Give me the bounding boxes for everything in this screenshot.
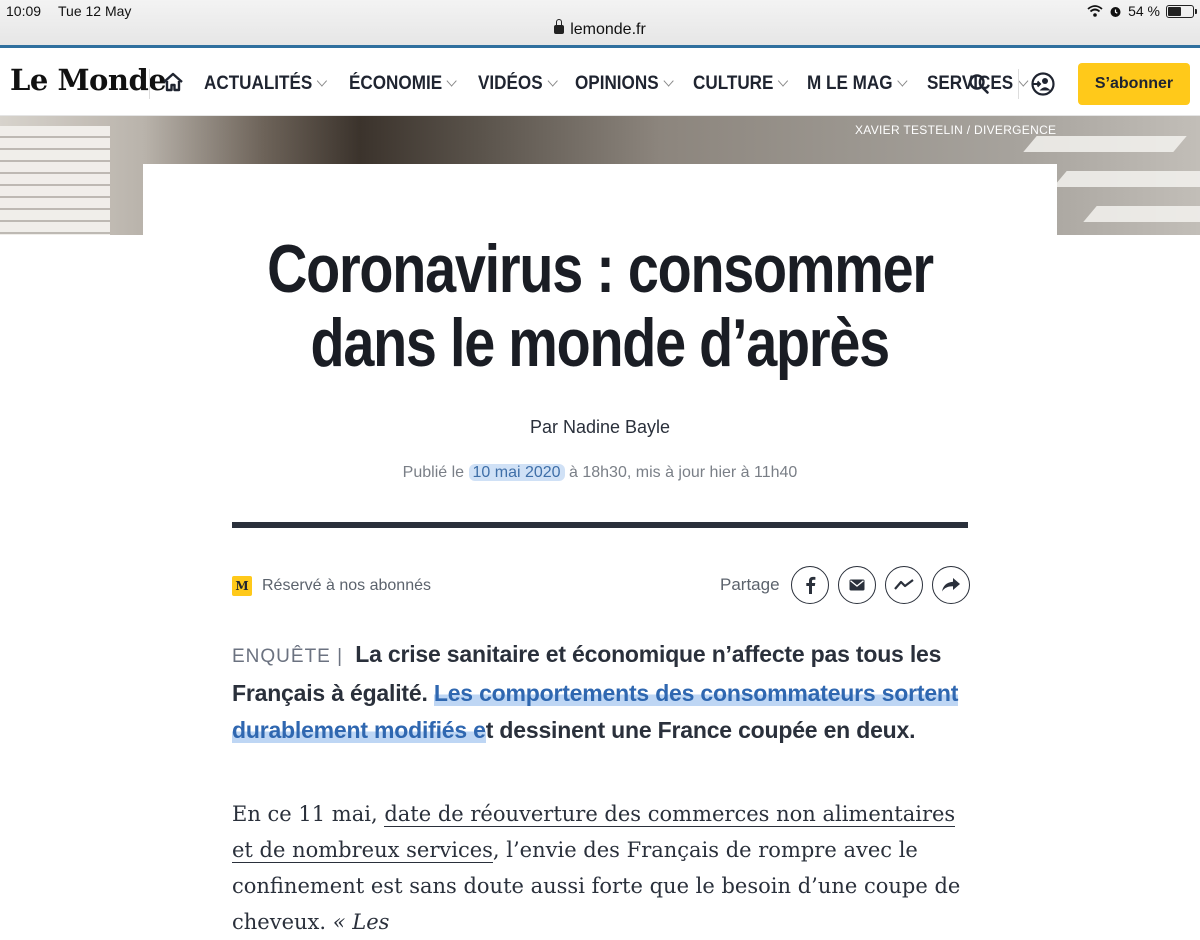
search-icon[interactable] (968, 73, 990, 95)
menu-item-label: ACTUALITÉS (204, 72, 313, 94)
menu-item-videos[interactable]: VIDÉOS (477, 72, 558, 95)
status-indicators: 54 % (1087, 3, 1197, 19)
title-line: Coronavirus : consommer (267, 231, 934, 307)
menu-item-label: M LE MAG (806, 72, 893, 94)
chevron-down-icon (1017, 75, 1029, 87)
header-rule (232, 522, 968, 528)
share-bar: Partage (720, 566, 970, 604)
email-icon (849, 579, 865, 591)
menu-item-economie[interactable]: ÉCONOMIE (349, 72, 458, 95)
menu-item-label: ÉCONOMIE (349, 72, 443, 94)
chevron-down-icon (447, 75, 458, 87)
menu-item-label: VIDÉOS (477, 72, 543, 94)
photo-detail-shutter (0, 126, 110, 235)
article-title: Coronavirus : consommer dans le monde d’… (143, 232, 1057, 380)
menu-item-opinions[interactable]: OPINIONS (574, 72, 674, 95)
photo-detail-crosswalk (1053, 171, 1200, 187)
menu-item-m-le-mag[interactable]: M LE MAG (806, 72, 908, 95)
subscribe-button[interactable]: S’abonner (1078, 63, 1190, 105)
share-more-button[interactable] (931, 566, 970, 604)
date-prefix: Publié le (402, 464, 465, 481)
share-facebook-button[interactable] (790, 566, 829, 604)
chevron-down-icon (317, 75, 328, 87)
subscriber-only-label: M Réservé à nos abonnés (232, 576, 431, 596)
chevron-down-icon (777, 75, 788, 87)
browser-status-bar: 10:09 Tue 12 May 54 % lemonde.fr (0, 0, 1200, 48)
menu-item-label: OPINIONS (574, 72, 659, 94)
byline[interactable]: Par Nadine Bayle (0, 417, 1200, 438)
messenger-icon (893, 579, 914, 590)
site-logo[interactable]: Le Monde (10, 63, 167, 97)
article-body-paragraph: En ce 11 mai, date de réouverture des co… (232, 796, 962, 940)
share-arrow-icon (941, 578, 960, 592)
subscriber-only-text: Réservé à nos abonnés (262, 577, 431, 594)
body-text: En ce 11 mai, (232, 802, 378, 826)
nav-divider (1018, 69, 1019, 99)
url-text: lemonde.fr (570, 21, 646, 38)
battery-percent: 54 % (1128, 3, 1160, 19)
body-quote-start: « Les (332, 910, 390, 934)
date-highlight: 10 mai 2020 (468, 464, 565, 481)
photo-detail-crosswalk (1023, 136, 1187, 152)
photo-credit: XAVIER TESTELIN / DIVERGENCE (855, 123, 1057, 137)
share-label: Partage (720, 575, 780, 594)
alarm-icon (1110, 6, 1121, 17)
account-login-icon[interactable] (1030, 71, 1056, 97)
share-messenger-button[interactable] (884, 566, 923, 604)
status-date: Tue 12 May (58, 3, 132, 19)
article-lede: ENQUÊTE | La crise sanitaire et économiq… (232, 636, 972, 749)
menu-item-actualites[interactable]: ACTUALITÉS (204, 72, 328, 95)
menu-item-culture[interactable]: CULTURE (692, 72, 788, 95)
title-line: dans le monde d’après (310, 305, 891, 381)
facebook-icon (805, 576, 815, 594)
article-kicker: ENQUÊTE | (232, 646, 344, 667)
le-monde-m-icon: M (232, 576, 252, 596)
date-suffix: à 18h30, mis à jour hier à 11h40 (569, 464, 798, 481)
publication-date: Publié le 10 mai 2020 à 18h30, mis à jou… (0, 464, 1200, 482)
chevron-down-icon (547, 75, 558, 87)
home-icon[interactable] (162, 71, 184, 93)
status-time: 10:09 (6, 3, 42, 19)
lock-icon (554, 19, 565, 34)
chevron-down-icon (663, 75, 674, 87)
main-menu: ACTUALITÉS ÉCONOMIE VIDÉOS OPINIONS CULT… (204, 51, 1030, 116)
photo-detail-crosswalk (1083, 206, 1200, 222)
url-bar[interactable]: lemonde.fr (0, 19, 1200, 39)
site-navbar: Le Monde ACTUALITÉS ÉCONOMIE VIDÉOS OPIN… (0, 51, 1200, 116)
menu-item-label: CULTURE (692, 72, 773, 94)
wifi-icon (1087, 5, 1103, 17)
chevron-down-icon (897, 75, 908, 87)
share-email-button[interactable] (837, 566, 876, 604)
battery-icon (1166, 4, 1197, 18)
lede-text: t dessinent une France coupée en deux. (485, 717, 916, 743)
nav-divider (149, 69, 150, 99)
